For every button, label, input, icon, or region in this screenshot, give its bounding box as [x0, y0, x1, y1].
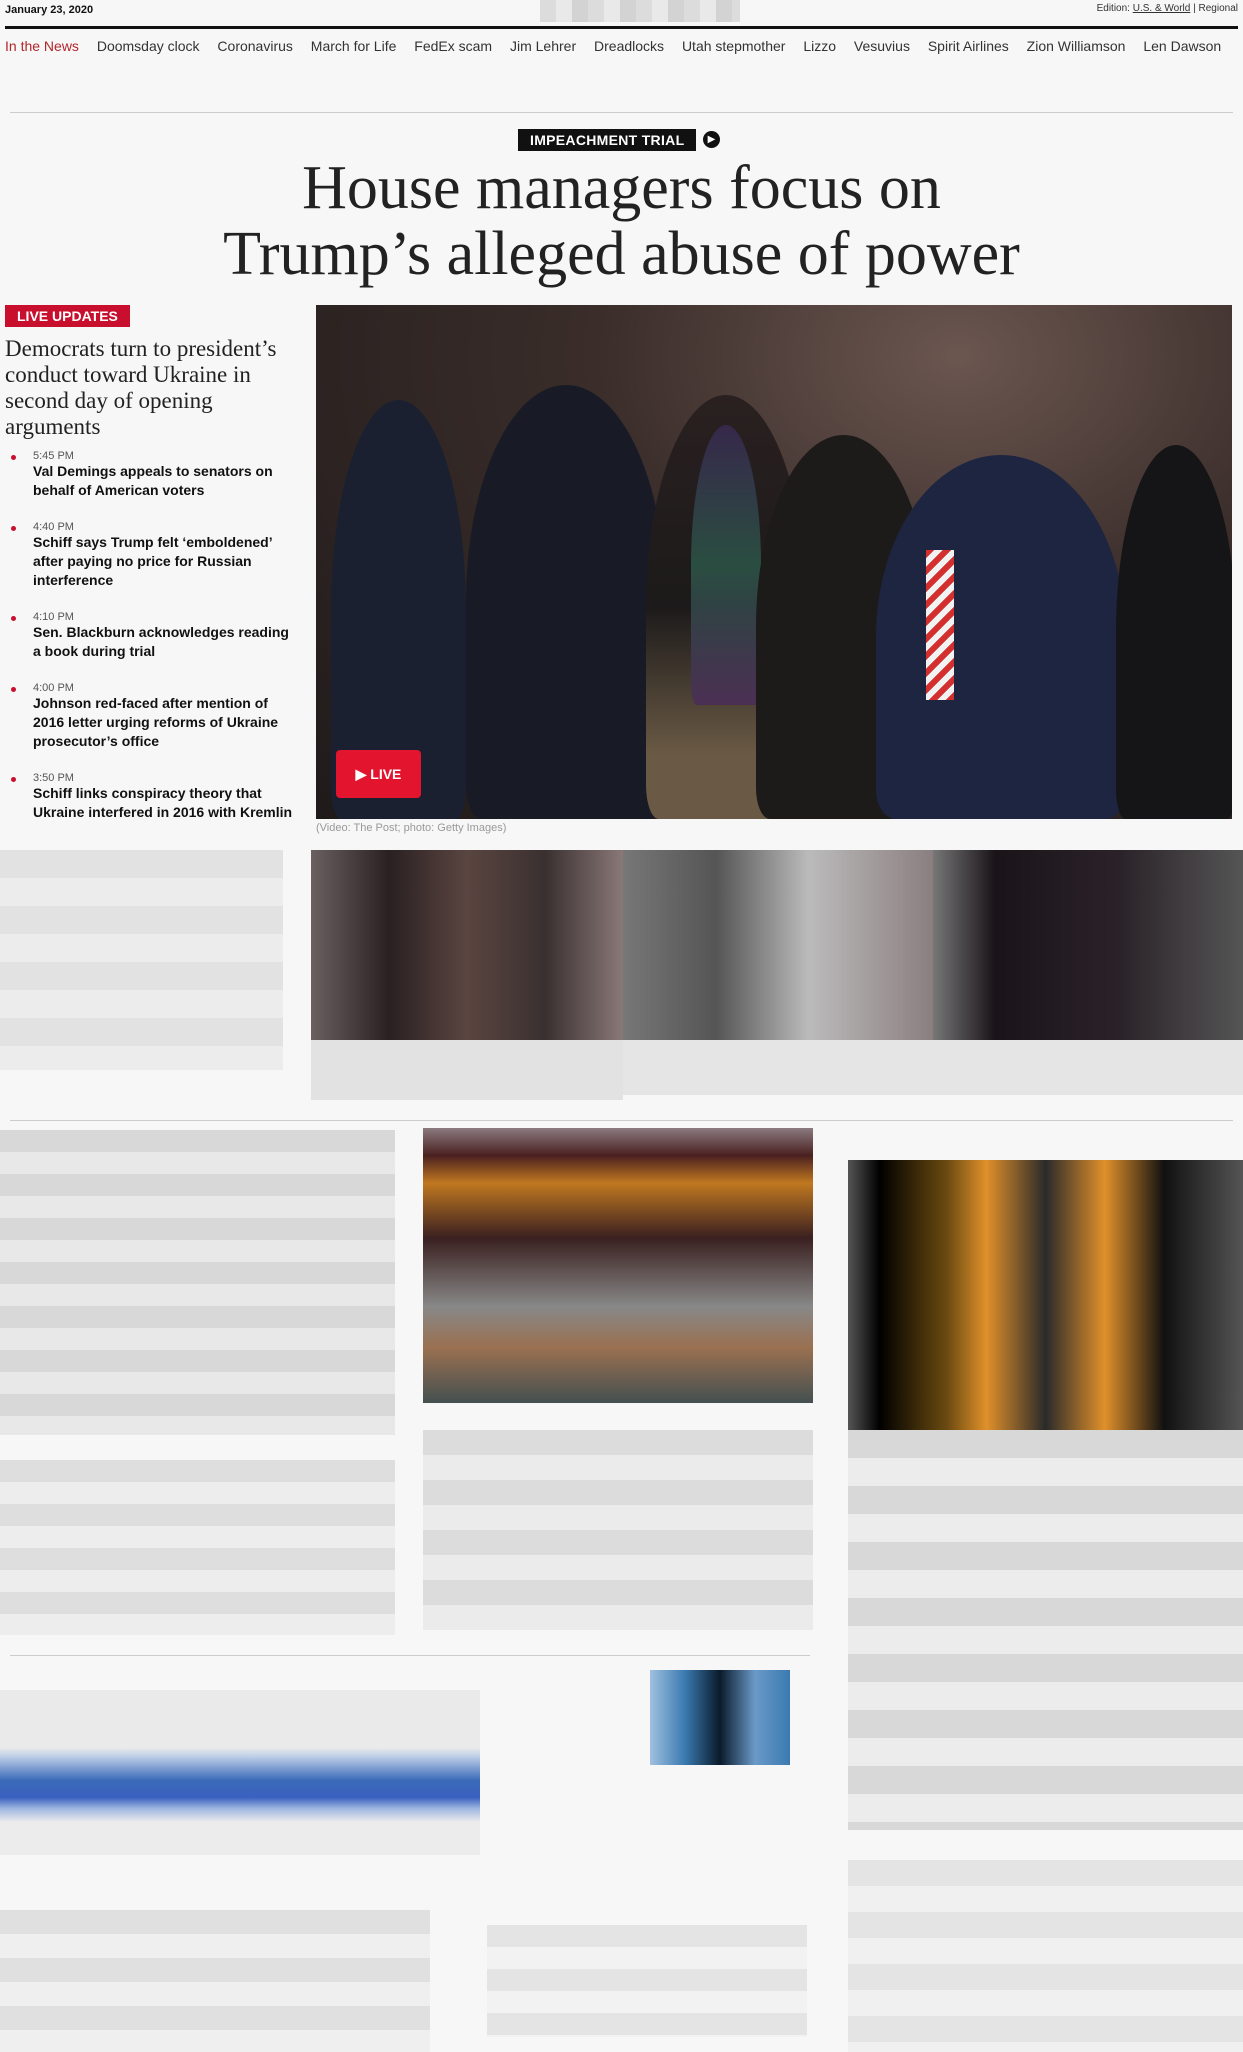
list-item[interactable]: 4:10 PM Sen. Blackburn acknowledges read… — [5, 611, 295, 661]
update-time: 4:00 PM — [33, 682, 74, 694]
top-bar: January 23, 2020 Edition: U.S. & World |… — [5, 0, 1238, 29]
nav-item-doomsday-clock[interactable]: Doomsday clock — [97, 38, 200, 54]
nav-item-lizzo[interactable]: Lizzo — [803, 38, 836, 54]
update-headline[interactable]: Schiff links conspiracy theory that Ukra… — [33, 784, 295, 822]
edition-regional-link[interactable]: Regional — [1199, 3, 1238, 14]
edition-separator: | — [1193, 3, 1196, 14]
person-figure — [466, 385, 666, 819]
blurred-story-text[interactable] — [623, 1040, 1243, 1095]
update-time: 4:10 PM — [33, 611, 74, 623]
live-button-label[interactable]: LIVE — [370, 766, 401, 782]
update-headline[interactable]: Sen. Blackburn acknowledges reading a bo… — [33, 623, 295, 661]
nav-item-in-the-news: In the News — [5, 38, 79, 54]
lead-headline[interactable]: House managers focus on Trump’s alleged … — [0, 155, 1243, 287]
section-kicker[interactable]: IMPEACHMENT TRIAL — [518, 129, 697, 151]
masthead-logo-blurred[interactable] — [540, 0, 740, 22]
blurred-story-block[interactable] — [0, 1130, 395, 1435]
headline-line-2[interactable]: Trump’s alleged abuse of power — [223, 220, 1020, 288]
blurred-story-block[interactable] — [0, 1460, 395, 1635]
list-item[interactable]: 4:00 PM Johnson red-faced after mention … — [5, 682, 295, 751]
divider — [10, 1120, 1233, 1121]
in-the-news-nav: In the News Doomsday clock Coronavirus M… — [5, 38, 1238, 62]
edition-us-world-link[interactable]: U.S. & World — [1133, 3, 1191, 14]
list-item[interactable]: 3:50 PM Schiff links conspiracy theory t… — [5, 772, 295, 822]
person-figure — [876, 455, 1126, 819]
nav-item-fedex-scam[interactable]: FedEx scam — [414, 38, 492, 54]
nav-item-zion-williamson[interactable]: Zion Williamson — [1027, 38, 1126, 54]
live-updates-list: 5:45 PM Val Demings appeals to senators … — [5, 450, 295, 843]
blurred-story-image[interactable] — [650, 1670, 790, 1765]
sub-headline[interactable]: Democrats turn to president’s conduct to… — [5, 336, 295, 440]
headline-line-1[interactable]: House managers focus on — [302, 154, 941, 222]
live-play-button[interactable]: ▶ LIVE — [336, 750, 421, 798]
nav-item-march-for-life[interactable]: March for Life — [311, 38, 397, 54]
update-time: 3:50 PM — [33, 772, 74, 784]
nav-item-vesuvius[interactable]: Vesuvius — [854, 38, 910, 54]
dateline: January 23, 2020 — [5, 4, 94, 16]
blurred-story-block[interactable] — [0, 1910, 430, 2052]
arrow-right-icon[interactable]: ▶ — [703, 131, 720, 148]
nav-item-utah-stepmother[interactable]: Utah stepmother — [682, 38, 786, 54]
striped-tie — [926, 550, 954, 700]
blurred-story-image[interactable] — [623, 850, 933, 1040]
blurred-story-image[interactable] — [933, 850, 1243, 1040]
list-item[interactable]: 5:45 PM Val Demings appeals to senators … — [5, 450, 295, 500]
scarf-shape — [691, 425, 761, 705]
update-time: 5:45 PM — [33, 450, 74, 462]
blurred-story-image[interactable] — [423, 1128, 813, 1403]
blurred-story-block[interactable] — [848, 1430, 1243, 1830]
list-item[interactable]: 4:40 PM Schiff says Trump felt ‘embolden… — [5, 521, 295, 590]
blurred-story-block[interactable] — [487, 1925, 807, 2037]
nav-item-dreadlocks[interactable]: Dreadlocks — [594, 38, 664, 54]
update-headline[interactable]: Schiff says Trump felt ‘emboldened’ afte… — [33, 533, 295, 590]
edition-selector: Edition: U.S. & World | Regional — [1097, 3, 1238, 14]
nav-item-jim-lehrer[interactable]: Jim Lehrer — [510, 38, 576, 54]
blurred-story-block[interactable] — [423, 1430, 813, 1630]
nav-item-spirit-airlines[interactable]: Spirit Airlines — [928, 38, 1009, 54]
edition-label: Edition: — [1096, 3, 1130, 14]
person-figure — [1116, 445, 1232, 819]
divider — [10, 112, 1233, 113]
blurred-story-block[interactable] — [0, 850, 283, 1070]
nav-item-len-dawson[interactable]: Len Dawson — [1143, 38, 1221, 54]
blurred-story-image[interactable] — [848, 1160, 1243, 1430]
update-time: 4:40 PM — [33, 521, 74, 533]
update-headline[interactable]: Johnson red-faced after mention of 2016 … — [33, 694, 295, 751]
blurred-story-text[interactable] — [311, 1040, 623, 1100]
blurred-story-image[interactable] — [311, 850, 623, 1040]
lead-video-photo[interactable] — [316, 305, 1232, 819]
update-headline[interactable]: Val Demings appeals to senators on behal… — [33, 462, 295, 500]
live-updates-badge: LIVE UPDATES — [5, 305, 130, 327]
nav-item-coronavirus[interactable]: Coronavirus — [217, 38, 292, 54]
blurred-story-block[interactable] — [848, 1860, 1243, 2052]
photo-caption: (Video: The Post; photo: Getty Images) — [316, 822, 507, 834]
blurred-story-block[interactable] — [0, 1690, 480, 1855]
divider — [10, 1655, 810, 1656]
